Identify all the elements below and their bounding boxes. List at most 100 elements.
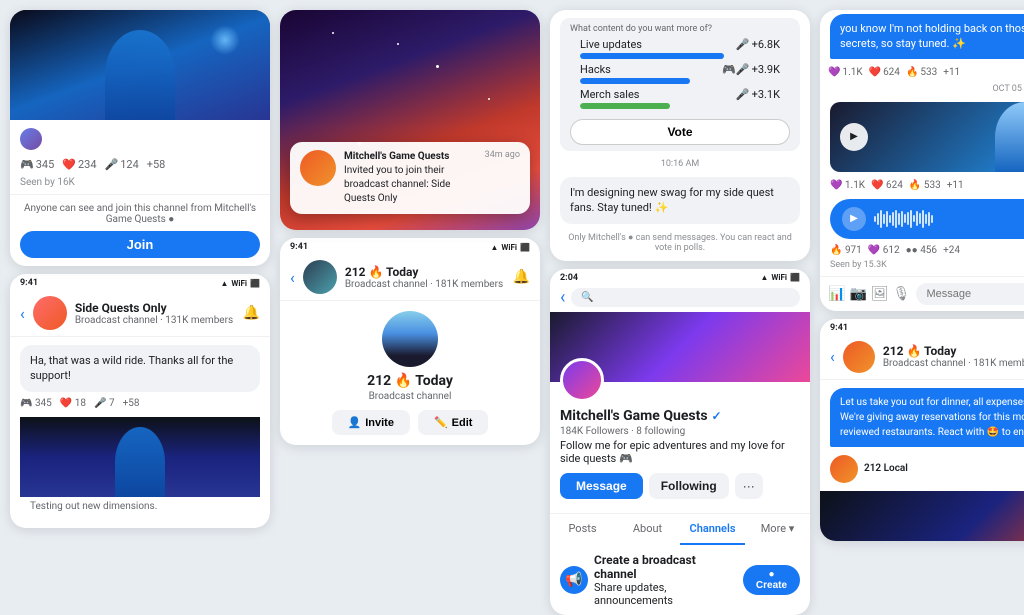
column-3: What content do you want more of? Live u…: [550, 10, 810, 615]
chat-message: I'm designing new swag for my side quest…: [560, 177, 800, 224]
create-channel-text: Create a broadcast channel Share updates…: [594, 553, 737, 607]
date-label: OCT 05 AT 5:30 PM: [820, 82, 1024, 98]
side-quests-card: 9:41 ▲WiFi⬛ ‹ Side Quests Only Broadcast…: [10, 274, 270, 528]
message-bubble: Ha, that was a wild ride. Thanks all for…: [20, 345, 260, 392]
channel-subtitle: Broadcast channel · 181K members: [345, 279, 505, 290]
back-button[interactable]: ‹: [560, 287, 565, 308]
following-button[interactable]: Following: [649, 473, 729, 499]
column-2: Mitchell's Game Quests Invited you to jo…: [280, 10, 540, 615]
invite-body: 212 🔥 Today Broadcast channel 👤 Invite ✏…: [280, 301, 540, 445]
notif-content: Mitchell's Game Quests Invited you to jo…: [344, 150, 477, 206]
tab-about[interactable]: About: [615, 514, 680, 545]
poll-item-hacks: Hacks 🎮🎤 +3.9K: [580, 63, 780, 84]
notification-bell[interactable]: 🔔: [243, 305, 260, 321]
follower-count: 184K Followers · 8 following: [560, 426, 800, 437]
back-button[interactable]: ‹: [20, 304, 25, 323]
channel-header-invite: ‹ 212 🔥 Today Broadcast channel · 181K m…: [280, 254, 540, 301]
poll-chat-card: What content do you want more of? Live u…: [550, 10, 810, 261]
sender-info: 212 Local: [830, 455, 1024, 483]
video-thumbnail[interactable]: ▶ 0:15: [830, 102, 1024, 172]
message-input[interactable]: [916, 283, 1024, 305]
profile-actions: Message Following ···: [560, 473, 800, 499]
create-channel-row: 📢 Create a broadcast channel Share updat…: [550, 545, 810, 615]
audio-message: ▶: [830, 199, 1024, 239]
invite-type: Broadcast channel: [290, 391, 530, 402]
sender-name: 212 Local: [864, 463, 908, 474]
reaction-row: 🎮 345 ❤️ 234 🎤 124 +58: [10, 154, 270, 175]
invite-channel-avatar: [382, 311, 438, 367]
edit-icon: ✏️: [434, 416, 448, 429]
image-icon[interactable]: 🖼: [871, 286, 889, 302]
join-button[interactable]: Join: [20, 231, 260, 258]
audio-reactions: 🔥 971 💜 612 ●● 456 +24: [820, 243, 1024, 258]
reaction-gaming: 🎮 345: [20, 158, 54, 171]
profile-avatar: [560, 358, 604, 402]
reaction-purple-heart: 💜 1.1K: [828, 67, 863, 78]
edit-button[interactable]: ✏️ Edit: [418, 410, 488, 435]
message-input-bar: 📊 📷 🖼 🎙 👍: [820, 276, 1024, 311]
status-bar: 9:41 ▲WiFi⬛: [280, 238, 540, 254]
back-button[interactable]: ‹: [290, 268, 295, 287]
tab-channels[interactable]: Channels: [680, 514, 745, 545]
status-bar: 2:04 ▲WiFi⬛: [550, 269, 810, 283]
channel-header: ‹ Side Quests Only Broadcast channel · 1…: [10, 290, 270, 337]
column-1: 🎮 345 ❤️ 234 🎤 124 +58 Seen by 16K Anyon…: [10, 10, 270, 615]
join-description: Anyone can see and join this channel fro…: [20, 203, 260, 225]
invite-button[interactable]: 👤 Invite: [332, 410, 410, 435]
camera-icon[interactable]: 📷: [849, 286, 866, 302]
reaction-heart: ❤️ 624: [869, 67, 900, 78]
notif-avatar: [300, 150, 336, 186]
cosmic-image-card: Mitchell's Game Quests Invited you to jo…: [280, 10, 540, 230]
reaction-fire: 🔥 533: [906, 67, 937, 78]
channel-name: 212 🔥 Today: [883, 344, 1024, 358]
tab-posts[interactable]: Posts: [550, 514, 615, 545]
message-area: Ha, that was a wild ride. Thanks all for…: [10, 337, 270, 528]
avatar-row: [10, 120, 270, 154]
back-button[interactable]: ‹: [830, 347, 835, 366]
channel-name: Side Quests Only: [75, 301, 235, 315]
create-button[interactable]: ● Create: [743, 565, 800, 595]
poll-item-merch: Merch sales 🎤 +3.1K: [580, 88, 780, 109]
channel-info: 212 🔥 Today Broadcast channel · 181K mem…: [345, 265, 505, 290]
sender-avatar: [830, 455, 858, 483]
join-section: Anyone can see and join this channel fro…: [10, 194, 270, 266]
tab-more[interactable]: More ▾: [745, 514, 810, 545]
audio-play-button[interactable]: ▶: [842, 207, 866, 231]
channel-subtitle: Broadcast channel · 181K members: [883, 358, 1024, 369]
nav-bar: ‹ 🔍: [550, 283, 810, 312]
channel-avatar: [303, 260, 337, 294]
verified-badge: ✓: [712, 409, 722, 423]
channel-broadcast-card: 🎮 345 ❤️ 234 🎤 124 +58 Seen by 16K Anyon…: [10, 10, 270, 266]
status-icons: ▲WiFi⬛: [490, 243, 530, 252]
channel-avatar: [33, 296, 67, 330]
post-image: [20, 417, 260, 497]
hero-image: [10, 10, 270, 120]
play-button[interactable]: ▶: [840, 123, 868, 151]
chat-message-blue: you know I'm not holding back on those s…: [830, 14, 1024, 59]
mitchell-profile-card: 2:04 ▲WiFi⬛ ‹ 🔍 Mitchell's Game Quests: [550, 269, 810, 615]
channel-info: Side Quests Only Broadcast channel · 131…: [75, 301, 235, 326]
more-button[interactable]: ···: [735, 473, 763, 499]
notif-time: 34m ago: [485, 150, 520, 160]
status-bar: 9:41 ▲WiFi⬛: [10, 274, 270, 290]
status-icons: ▲WiFi⬛: [220, 279, 260, 288]
input-icons: 📊 📷 🖼 🎙: [828, 286, 910, 302]
channel-header-bot: ‹ 212 🔥 Today Broadcast channel · 181K m…: [820, 335, 1024, 380]
mic-icon[interactable]: 🎙: [893, 286, 911, 302]
channel-avatar: [843, 341, 875, 373]
post-caption: Testing out new dimensions.: [20, 497, 260, 520]
vote-button[interactable]: Vote: [570, 119, 790, 145]
footer-image: [820, 491, 1024, 541]
audio-waveform: [874, 209, 1024, 229]
notification-bell[interactable]: 🔔: [513, 269, 530, 285]
reaction-mic: 🎤 124: [105, 158, 139, 171]
message-button[interactable]: Message: [560, 473, 643, 499]
channel-name: 212 🔥 Today: [345, 265, 505, 279]
bar-chart-icon[interactable]: 📊: [828, 286, 845, 302]
reactions-row: 💜 1.1K ❤️ 624 🔥 533 +11: [820, 63, 1024, 82]
reaction-heart: ❤️ 234: [62, 158, 96, 171]
search-bar[interactable]: 🔍: [571, 288, 800, 307]
invite-card: 9:41 ▲WiFi⬛ ‹ 212 🔥 Today Broadcast chan…: [280, 238, 540, 445]
poll-time: What content do you want more of? Live u…: [550, 10, 810, 177]
profile-name: Mitchell's Game Quests ✓: [560, 408, 800, 424]
